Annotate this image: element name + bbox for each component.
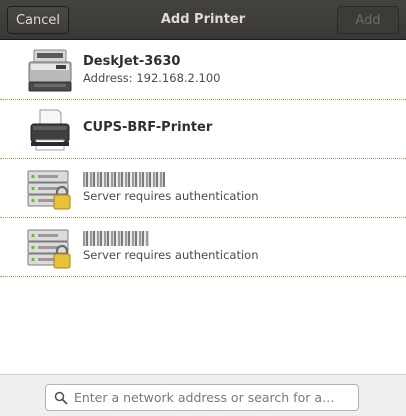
header-bar: Cancel Add Printer Add (0, 0, 406, 40)
printer-status: Server requires authentication (83, 189, 259, 203)
printer-row-deskjet[interactable]: DeskJet-3630 Address: 192.168.2.100 (0, 41, 406, 100)
search-icon (54, 391, 68, 405)
printer-row-server-2[interactable]: Server requires authentication (0, 218, 406, 277)
printer-name (83, 231, 259, 246)
printer-row-cups-brf[interactable]: CUPS-BRF-Printer (0, 100, 406, 159)
search-footer (0, 374, 406, 416)
locked-server-icon (27, 170, 71, 210)
network-address-search-input[interactable] (73, 390, 358, 405)
printer-address: Address: 192.168.2.100 (83, 71, 221, 85)
add-button[interactable]: Add (337, 6, 399, 34)
printer-name (83, 172, 259, 187)
cancel-button[interactable]: Cancel (7, 6, 69, 34)
printer-icon (30, 109, 70, 151)
printer-name: DeskJet-3630 (83, 54, 181, 69)
laser-printer-icon (28, 49, 72, 92)
printer-list: DeskJet-3630 Address: 192.168.2.100 CUPS… (0, 41, 406, 277)
dialog-title: Add Printer (160, 12, 246, 27)
printer-status: Server requires authentication (83, 248, 259, 262)
redacted-printer-name (83, 172, 165, 187)
locked-server-icon (27, 229, 71, 269)
printer-row-server-1[interactable]: Server requires authentication (0, 159, 406, 218)
search-box[interactable] (45, 384, 359, 411)
printer-name: CUPS-BRF-Printer (83, 120, 213, 135)
redacted-printer-name (83, 231, 149, 246)
